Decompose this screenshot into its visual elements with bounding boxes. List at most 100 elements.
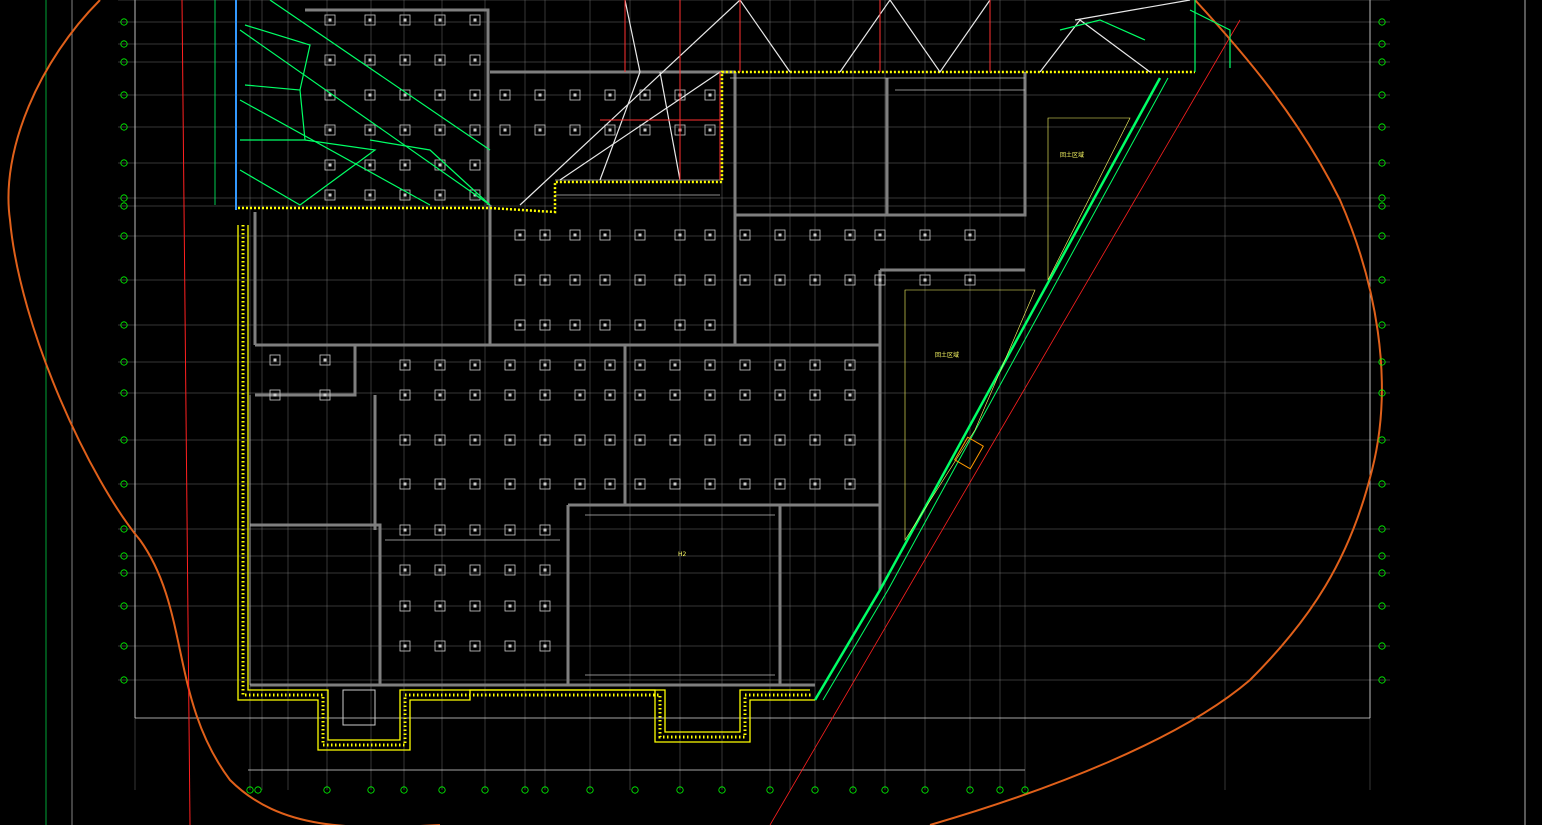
column-core [578, 363, 582, 367]
column-core [743, 482, 747, 486]
column-core [473, 438, 477, 442]
column-core [403, 93, 407, 97]
truss-member-white [839, 0, 991, 74]
column-core [778, 438, 782, 442]
column-core [608, 393, 612, 397]
column-core [708, 128, 712, 132]
column-core [328, 58, 332, 62]
column-core [678, 323, 682, 327]
column-core [778, 278, 782, 282]
column-core [518, 233, 522, 237]
column-core [643, 128, 647, 132]
column-core [578, 393, 582, 397]
column-core [438, 193, 442, 197]
column-core [438, 438, 442, 442]
column-core [673, 393, 677, 397]
column-core [473, 528, 477, 532]
column-core [403, 644, 407, 648]
column-core [708, 278, 712, 282]
column-core [813, 482, 817, 486]
column-core [473, 604, 477, 608]
fill-zone-label-upper: 回土区域 [1060, 151, 1084, 159]
column-core [573, 278, 577, 282]
column-core [368, 163, 372, 167]
truss-member [369, 139, 491, 206]
column-core [543, 644, 547, 648]
column-core [403, 58, 407, 62]
column-core [438, 18, 442, 22]
column-core [403, 528, 407, 532]
column-core [708, 482, 712, 486]
boundary-curve [7, 0, 1383, 825]
column-core [368, 93, 372, 97]
column-core [603, 323, 607, 327]
column-core [708, 233, 712, 237]
column-core [473, 393, 477, 397]
column-core [608, 128, 612, 132]
column-core [813, 438, 817, 442]
column-core [508, 393, 512, 397]
column-core [848, 482, 852, 486]
column-core [328, 18, 332, 22]
column-core [403, 128, 407, 132]
column-core [678, 233, 682, 237]
column-core [848, 363, 852, 367]
column-core [603, 233, 607, 237]
column-core [403, 438, 407, 442]
truss-member-white [739, 0, 791, 73]
column-core [473, 568, 477, 572]
axis-bubble-icon [254, 786, 262, 794]
column-core [708, 323, 712, 327]
column-core [543, 363, 547, 367]
column-core [543, 604, 547, 608]
column-core [573, 233, 577, 237]
column-core [968, 233, 972, 237]
wall-segment [250, 523, 382, 685]
cad-drawing-canvas[interactable]: 回土区域 回土区域 H2 [0, 0, 1542, 825]
column-core [923, 233, 927, 237]
column-core [368, 128, 372, 132]
column-core [968, 278, 972, 282]
column-core [543, 482, 547, 486]
column-core [543, 233, 547, 237]
retaining-outer [237, 225, 815, 751]
column-core [508, 482, 512, 486]
column-core [328, 128, 332, 132]
column-core [438, 163, 442, 167]
column-core [573, 128, 577, 132]
column-core [438, 58, 442, 62]
column-core [673, 363, 677, 367]
column-core [543, 323, 547, 327]
column-core [743, 438, 747, 442]
column-core [878, 278, 882, 282]
column-core [543, 528, 547, 532]
column-core [503, 93, 507, 97]
column-core [508, 528, 512, 532]
column-core [708, 93, 712, 97]
column-core [638, 278, 642, 282]
red-vertical-line [181, 0, 191, 825]
column-core [508, 604, 512, 608]
column-core [508, 644, 512, 648]
column-core [778, 393, 782, 397]
column-core [643, 93, 647, 97]
axis-bubble-icon [631, 786, 639, 794]
building-walls [249, 8, 1027, 687]
column-core [673, 438, 677, 442]
column-core [573, 323, 577, 327]
cad-viewport[interactable]: 回土区域 回土区域 H2 [0, 0, 1542, 825]
column-core [438, 363, 442, 367]
truss-member-white [559, 71, 721, 181]
column-core [813, 278, 817, 282]
column-core [813, 393, 817, 397]
column-core [878, 233, 882, 237]
slope-green-line-inner [822, 77, 1169, 701]
column-core [813, 233, 817, 237]
column-core [273, 358, 277, 362]
column-core [638, 482, 642, 486]
column-core [473, 163, 477, 167]
column-core [518, 323, 522, 327]
column-core [578, 438, 582, 442]
column-core [543, 438, 547, 442]
column-core [638, 393, 642, 397]
